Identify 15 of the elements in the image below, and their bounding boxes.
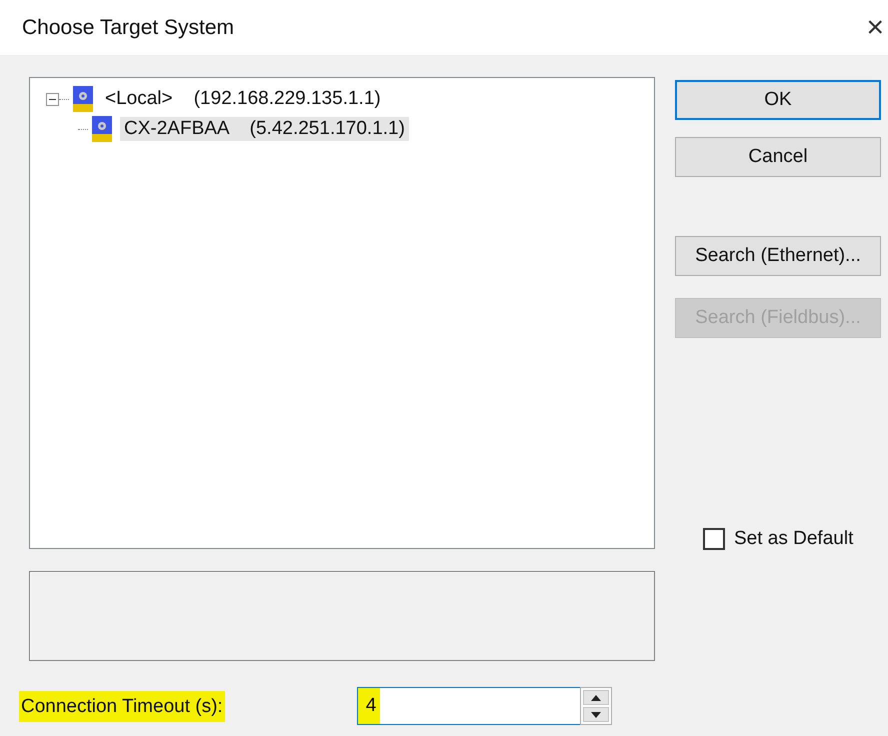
- gear-icon: [90, 114, 114, 144]
- timeout-field[interactable]: 4: [356, 687, 580, 725]
- timeout-label: Connection Timeout (s):: [19, 690, 225, 722]
- checkbox[interactable]: [703, 528, 725, 550]
- tree-item[interactable]: CX-2AFBAA (5.42.251.170.1.1): [120, 117, 409, 141]
- window-title: Choose Target System: [22, 16, 234, 40]
- checkbox-label: Set as Default: [734, 528, 854, 550]
- collapse-toggle[interactable]: [46, 92, 59, 106]
- spin-buttons[interactable]: [580, 687, 612, 725]
- dialog-button[interactable]: Cancel: [675, 137, 881, 177]
- close-button[interactable]: ×: [866, 12, 884, 42]
- dialog-button[interactable]: Search (Ethernet)...: [675, 236, 881, 276]
- gear-icon: [71, 84, 95, 114]
- dialog-button[interactable]: OK: [675, 80, 881, 120]
- tree-item[interactable]: <Local> (192.168.229.135.1.1): [101, 87, 385, 111]
